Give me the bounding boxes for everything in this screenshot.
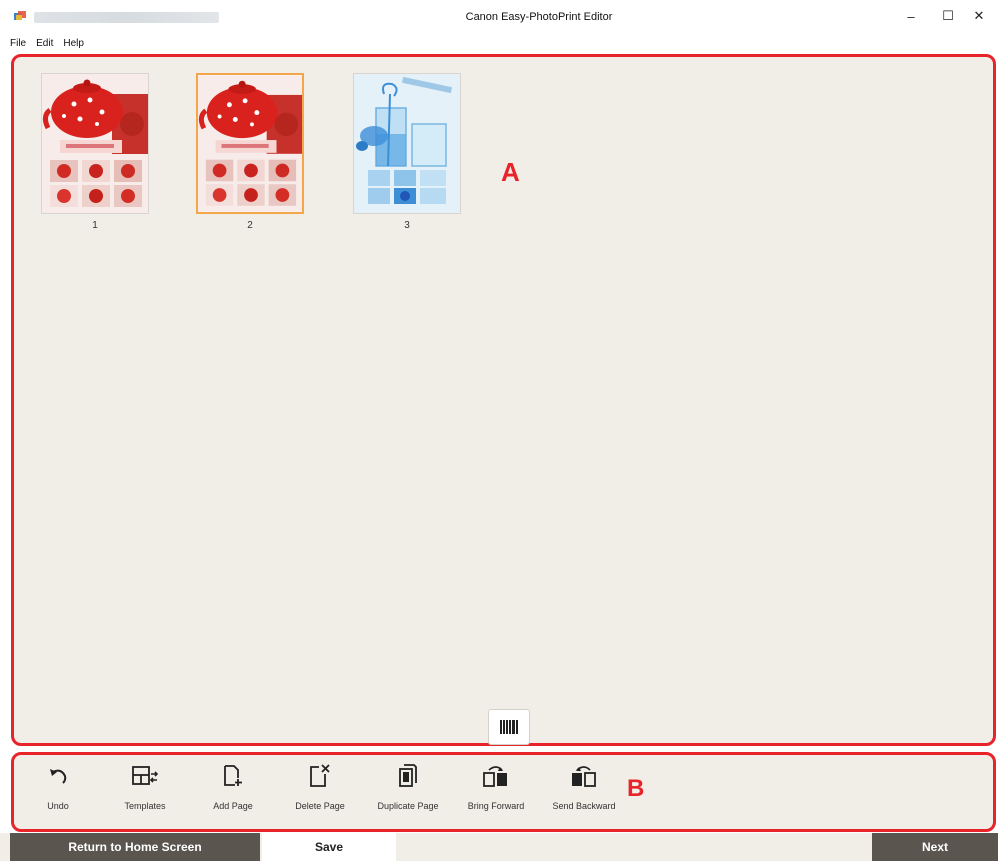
page-number: 3 xyxy=(404,220,410,231)
menu-bar: File Edit Help xyxy=(0,35,84,53)
send-backward-button[interactable]: Send Backward xyxy=(548,761,620,823)
delete-page-button[interactable]: Delete Page xyxy=(284,761,356,823)
undo-button[interactable]: Undo xyxy=(22,761,94,823)
undo-icon xyxy=(50,769,67,784)
add-page-icon xyxy=(224,765,242,786)
return-home-button[interactable]: Return to Home Screen xyxy=(10,833,260,861)
duplicate-page-label: Duplicate Page xyxy=(377,801,439,811)
menu-edit[interactable]: Edit xyxy=(36,35,53,53)
teapot-artwork xyxy=(42,74,148,213)
send-backward-icon xyxy=(572,766,596,787)
bring-forward-label: Bring Forward xyxy=(467,801,525,811)
menu-help[interactable]: Help xyxy=(63,35,84,53)
page-number: 2 xyxy=(247,220,253,231)
delete-page-icon xyxy=(310,764,330,787)
templates-icon xyxy=(132,766,158,785)
bring-forward-button[interactable]: Bring Forward xyxy=(460,761,532,823)
maximize-button[interactable]: ☐ xyxy=(933,4,963,28)
duplicate-page-icon xyxy=(399,764,417,787)
page-number: 1 xyxy=(92,220,98,231)
page-preview[interactable] xyxy=(196,73,304,214)
page-preview[interactable] xyxy=(353,73,461,214)
page-list-area: 1 2 3 A xyxy=(11,54,996,746)
save-button[interactable]: Save xyxy=(262,833,396,861)
templates-button[interactable]: Templates xyxy=(109,761,181,823)
bring-forward-icon xyxy=(483,766,507,787)
view-toggle-button[interactable] xyxy=(488,709,530,745)
undo-label: Undo xyxy=(47,801,69,811)
page-preview[interactable] xyxy=(41,73,149,214)
next-button[interactable]: Next xyxy=(872,833,998,861)
menu-file[interactable]: File xyxy=(10,35,26,53)
window-title: Canon Easy-PhotoPrint Editor xyxy=(465,11,613,23)
duplicate-page-button[interactable]: Duplicate Page xyxy=(372,761,444,823)
minimize-button[interactable]: – xyxy=(896,4,926,28)
title-bar: Canon Easy-PhotoPrint Editor – ☐ ✕ xyxy=(0,0,998,34)
add-page-button[interactable]: Add Page xyxy=(197,761,269,823)
templates-label: Templates xyxy=(124,801,166,811)
teapot-artwork xyxy=(198,75,302,212)
annotation-label-b: B xyxy=(627,775,645,802)
page-toolbar: Undo Templates Add Page Delete Page Dupl… xyxy=(11,752,996,832)
close-button[interactable]: ✕ xyxy=(964,4,994,28)
glass-artwork xyxy=(354,74,460,213)
page-thumbnail-2[interactable]: 2 xyxy=(196,73,304,231)
annotation-label-a: A xyxy=(501,157,520,187)
send-backward-label: Send Backward xyxy=(552,801,616,811)
page-thumbnail-3[interactable]: 3 xyxy=(353,73,461,231)
delete-page-label: Delete Page xyxy=(295,801,345,811)
add-page-label: Add Page xyxy=(213,801,253,811)
page-thumbnail-1[interactable]: 1 xyxy=(41,73,149,231)
footer-bar: Return to Home Screen Save Next xyxy=(0,833,998,861)
filmstrip-icon xyxy=(500,720,518,734)
